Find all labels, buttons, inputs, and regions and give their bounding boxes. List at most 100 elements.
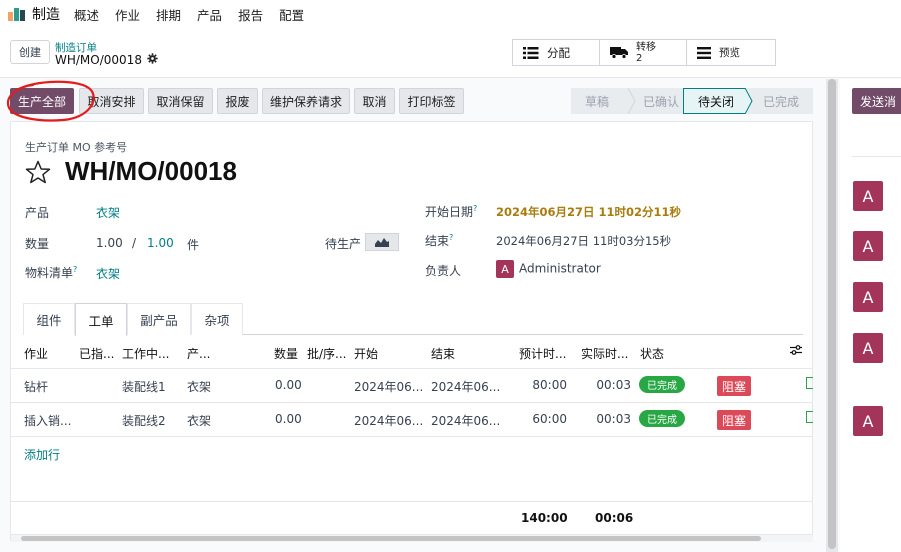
product-field[interactable]: 衣架 [96,204,120,221]
cancel-button[interactable]: 取消 [354,88,395,114]
avatar[interactable]: A [853,181,883,211]
start-date-field[interactable]: 2024年06月27日 11时02分11秒 [496,204,681,220]
table-row[interactable]: 钻杆 装配线1 衣架 0.00 2024年06... 2024年06... 80… [11,369,817,403]
preview-smart-button[interactable]: 预览 [686,39,776,66]
avatar[interactable]: A [853,406,883,436]
tab-by-products[interactable]: 副产品 [127,303,191,335]
col-expected-duration[interactable]: 预计时... [519,345,566,362]
col-product[interactable]: 产... [187,345,210,362]
col-start[interactable]: 开始 [354,345,378,362]
chatter-divider [852,156,901,157]
gear-icon[interactable] [147,53,158,67]
end-date-label: 结束? [425,232,453,249]
col-real-duration[interactable]: 实际时... [581,345,628,362]
total-expected: 140:00 [521,511,568,525]
total-real: 00:06 [595,511,634,525]
breadcrumb-current: WH/MO/00018 [55,53,158,67]
to-produce-label: 待生产 [325,237,362,251]
menu-reporting[interactable]: 报告 [238,5,263,24]
print-labels-button[interactable]: 打印标签 [399,88,464,114]
end-date-help-mark[interactable]: ? [449,233,453,242]
optional-columns-icon[interactable] [790,344,802,359]
checkbox-icon[interactable] [806,377,817,392]
stage-to-close[interactable]: 待关闭 [683,88,753,114]
status-badge: 已完成 [639,410,685,427]
workorder-table-header: 作业 已指... 工作中... 产... 数量 批/序... 开始 结束 预计时… [11,336,813,369]
cell-product: 衣架 [187,414,212,428]
tab-components[interactable]: 组件 [23,303,75,335]
block-button[interactable]: 阻塞 [717,376,752,396]
scrap-button[interactable]: 报废 [217,88,258,114]
allocate-label: 分配 [547,45,570,60]
preview-label: 预览 [719,47,740,59]
avatar[interactable]: A [853,333,883,363]
end-date-field[interactable]: 2024年06月27日 11时03分15秒 [496,233,671,249]
add-line-link[interactable]: 添加行 [24,446,60,463]
chatter-panel: 发送消 A A A A A [840,79,901,552]
forecast-chart-icon[interactable] [365,233,399,251]
table-totals: 140:00 00:06 [11,502,813,534]
table-row[interactable]: 插入销... 装配线2 衣架 0.00 2024年06... 2024年06..… [11,403,817,437]
menu-overview[interactable]: 概述 [74,5,99,24]
menu-configuration[interactable]: 配置 [279,5,304,24]
horizontal-scrollbar[interactable] [11,534,813,542]
quantity-uom: 件 [187,238,200,252]
start-date-label-text: 开始日期 [425,205,474,219]
cell-product: 衣架 [187,380,212,394]
col-assigned[interactable]: 已指... [79,345,114,362]
responsible-field[interactable]: A Administrator [496,260,601,278]
stage-done[interactable]: 已完成 [745,88,811,114]
unplan-button[interactable]: 取消安排 [79,88,144,114]
start-date-help-mark[interactable]: ? [473,204,477,213]
app-name[interactable]: 制造 [32,4,60,24]
responsible-avatar: A [496,260,514,278]
quantity-total[interactable]: 1.00 [147,236,174,250]
quantity-produced[interactable]: 1.00 [96,236,123,250]
checkbox-icon[interactable] [806,411,817,426]
col-operation[interactable]: 作业 [24,345,48,362]
list-icon [523,46,539,59]
allocate-smart-button[interactable]: 分配 [512,39,600,66]
cell-start: 2024年06... [354,414,424,428]
scrollbar-thumb[interactable] [828,79,836,549]
scrollbar-thumb[interactable] [21,536,761,541]
cell-workcenter: 装配线2 [122,414,166,428]
col-workcenter[interactable]: 工作中... [122,345,169,362]
statusbar: 生产全部 取消安排 取消保留 报废 维护保养请求 取消 打印标签 草稿 已确认 … [0,79,826,119]
avatar[interactable]: A [853,231,883,261]
stage-confirmed[interactable]: 已确认 [629,88,683,114]
avatar[interactable]: A [853,282,883,312]
transfers-smart-button[interactable]: 转移 2 [599,39,687,66]
bom-help-mark[interactable]: ? [73,265,77,274]
vertical-scrollbar[interactable] [826,79,838,552]
create-button[interactable]: 创建 [10,40,50,64]
star-icon[interactable] [25,160,51,187]
col-end[interactable]: 结束 [431,345,455,362]
col-lot-serial[interactable]: 批/序... [307,345,347,362]
stage-draft[interactable]: 草稿 [571,88,636,114]
cell-end: 2024年06... [431,414,501,428]
menu-products[interactable]: 产品 [197,5,222,24]
bom-field[interactable]: 衣架 [96,265,120,282]
unreserve-button[interactable]: 取消保留 [148,88,213,114]
control-panel: 创建 制造订单 WH/MO/00018 分配 转移 2 预览 [0,28,901,78]
maintenance-request-button[interactable]: 维护保养请求 [262,88,350,114]
responsible-label: 负责人 [425,264,462,278]
bars-icon [697,46,711,59]
send-message-button[interactable]: 发送消 [852,88,901,114]
produce-all-button[interactable]: 生产全部 [10,88,74,114]
col-status[interactable]: 状态 [640,345,664,362]
bom-label-text: 物料清单 [25,266,74,280]
col-quantity[interactable]: 数量 [274,345,298,362]
cell-expected: 60:00 [532,412,567,426]
tab-miscellaneous[interactable]: 杂项 [191,303,243,335]
cell-workcenter: 装配线1 [122,380,166,394]
cell-expected: 80:00 [532,378,567,392]
menu-planning[interactable]: 排期 [156,5,181,24]
menu-operations[interactable]: 作业 [115,5,140,24]
cell-real: 00:03 [596,378,631,392]
manufacturing-app-icon[interactable] [8,7,26,21]
notebook-tabs: 组件 工单 副产品 杂项 [23,303,803,336]
block-button[interactable]: 阻塞 [717,410,752,430]
tab-work-orders[interactable]: 工单 [75,303,127,336]
